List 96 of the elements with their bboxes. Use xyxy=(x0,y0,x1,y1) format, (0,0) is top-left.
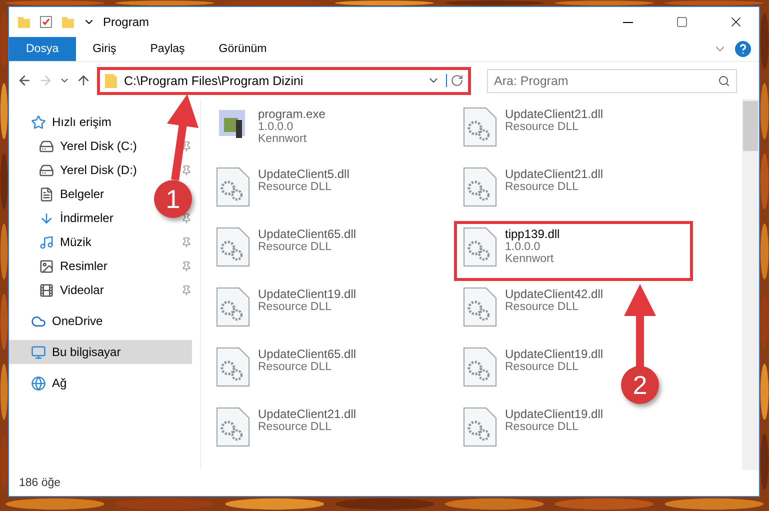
file-name: UpdateClient21.dll xyxy=(258,407,356,421)
sidebar-item[interactable]: Bu bilgisayar xyxy=(9,340,192,364)
folder-icon xyxy=(17,15,31,29)
refresh-icon[interactable] xyxy=(446,74,464,87)
search-icon[interactable] xyxy=(718,74,730,86)
file-name: UpdateClient19.dll xyxy=(505,347,604,361)
file-item[interactable]: UpdateClient21.dll Resource DLL xyxy=(207,401,366,461)
globe-icon xyxy=(31,376,46,390)
drive-icon xyxy=(39,162,54,178)
file-item[interactable]: UpdateClient65.dll Resource DLL xyxy=(207,341,366,401)
folder-icon xyxy=(104,72,118,88)
file-item[interactable]: program.exe 1.0.0.0 Kennwort xyxy=(207,101,334,161)
file-detail: Resource DLL xyxy=(258,241,333,253)
sidebar-item[interactable]: Hızlı erişim xyxy=(9,110,120,134)
sidebar-item[interactable]: Yerel Disk (C:) xyxy=(9,134,145,158)
image-icon xyxy=(39,258,54,274)
film-icon xyxy=(39,282,54,298)
gear-file-icon xyxy=(216,407,250,447)
up-button[interactable] xyxy=(76,73,91,88)
sidebar-item[interactable]: Belgeler xyxy=(9,182,112,206)
forward-icon xyxy=(38,73,53,88)
help-icon[interactable] xyxy=(735,41,751,57)
pin-icon[interactable] xyxy=(181,260,192,272)
file-name: program.exe xyxy=(258,107,326,121)
item-count: 186 öğe xyxy=(19,477,61,489)
gear-file-icon xyxy=(463,107,497,147)
file-name: UpdateClient21.dll xyxy=(505,167,604,181)
file-item[interactable]: UpdateClient19.dll Resource DLL xyxy=(454,341,612,401)
file-item[interactable]: UpdateClient5.dll Resource DLL xyxy=(207,161,358,221)
window-title: Program xyxy=(103,15,150,29)
file-detail: Resource DLL xyxy=(258,361,333,373)
pin-icon[interactable] xyxy=(181,140,192,152)
pin-icon[interactable] xyxy=(181,164,192,176)
gear-file-icon xyxy=(216,227,250,267)
file-name: UpdateClient65.dll xyxy=(258,347,356,361)
sidebar-item[interactable]: Ağ xyxy=(9,371,75,395)
file-detail: Kennwort xyxy=(258,133,308,145)
file-item[interactable]: UpdateClient42.dll Resource DLL xyxy=(454,281,612,341)
monitor-icon xyxy=(31,344,46,360)
file-item[interactable]: UpdateClient21.dll Resource DLL xyxy=(454,161,612,221)
file-name: UpdateClient5.dll xyxy=(258,167,350,181)
ribbon-tab[interactable]: Dosya xyxy=(9,37,76,61)
gear-file-icon xyxy=(216,167,250,207)
file-name: tipp139.dll xyxy=(505,227,560,241)
sidebar-item[interactable]: İndirmeler xyxy=(9,206,122,230)
pin-icon[interactable] xyxy=(181,284,192,296)
file-detail: Kennwort xyxy=(505,253,555,265)
sidebar-item[interactable]: Videolar xyxy=(9,278,112,302)
checklist-icon[interactable] xyxy=(39,15,53,29)
file-name: UpdateClient65.dll xyxy=(258,227,356,241)
pin-icon[interactable] xyxy=(181,236,192,248)
file-item[interactable]: tipp139.dll 1.0.0.0 Kennwort xyxy=(454,221,693,281)
file-item[interactable]: UpdateClient19.dll Resource DLL xyxy=(454,401,612,461)
scrollbar[interactable] xyxy=(742,99,759,470)
file-detail: Resource DLL xyxy=(258,181,333,193)
file-name: UpdateClient42.dll xyxy=(505,287,604,301)
star-icon xyxy=(31,114,46,130)
music-icon xyxy=(39,234,54,250)
file-detail: Resource DLL xyxy=(505,181,580,193)
sidebar-item[interactable]: Resimler xyxy=(9,254,116,278)
file-name: UpdateClient19.dll xyxy=(505,407,604,421)
file-item[interactable]: UpdateClient19.dll Resource DLL xyxy=(207,281,366,341)
file-name: UpdateClient19.dll xyxy=(258,287,356,301)
maximize-icon xyxy=(676,16,688,28)
file-name: UpdateClient21.dll xyxy=(505,107,604,121)
file-detail: 1.0.0.0 xyxy=(258,121,294,133)
file-detail: Resource DLL xyxy=(505,301,580,313)
file-detail: Resource DLL xyxy=(258,301,333,313)
gear-file-icon xyxy=(463,407,497,447)
file-detail: Resource DLL xyxy=(258,421,333,433)
cloud-icon xyxy=(31,314,46,328)
sidebar-item[interactable]: OneDrive xyxy=(9,309,111,333)
address-path: C:\Program Files\Program Dizini xyxy=(124,74,304,88)
gear-file-icon xyxy=(216,347,250,387)
file-item[interactable]: UpdateClient65.dll Resource DLL xyxy=(207,221,366,281)
download-icon xyxy=(39,210,54,226)
back-button[interactable] xyxy=(17,73,32,88)
file-detail: Resource DLL xyxy=(505,361,580,373)
file-detail: Resource DLL xyxy=(505,421,580,433)
gear-file-icon xyxy=(463,167,497,207)
sidebar-item[interactable]: Yerel Disk (D:) xyxy=(9,158,145,182)
file-detail: 1.0.0.0 xyxy=(505,241,542,253)
drive-icon xyxy=(39,138,54,154)
back-icon xyxy=(17,73,32,88)
address-bar[interactable]: C:\Program Files\Program Dizini xyxy=(97,66,471,94)
gear-file-icon xyxy=(463,347,497,387)
gear-file-icon xyxy=(216,287,250,327)
document-icon xyxy=(39,186,54,202)
gear-file-icon xyxy=(463,227,497,267)
gear-file-icon xyxy=(463,287,497,327)
file-item[interactable]: UpdateClient21.dll Resource DLL xyxy=(454,101,612,161)
sidebar-item[interactable]: Müzik xyxy=(9,230,100,254)
up-icon xyxy=(76,73,91,88)
pin-icon[interactable] xyxy=(181,212,192,224)
search-field[interactable]: Ara: Program xyxy=(487,68,737,92)
file-detail: Resource DLL xyxy=(505,121,580,133)
